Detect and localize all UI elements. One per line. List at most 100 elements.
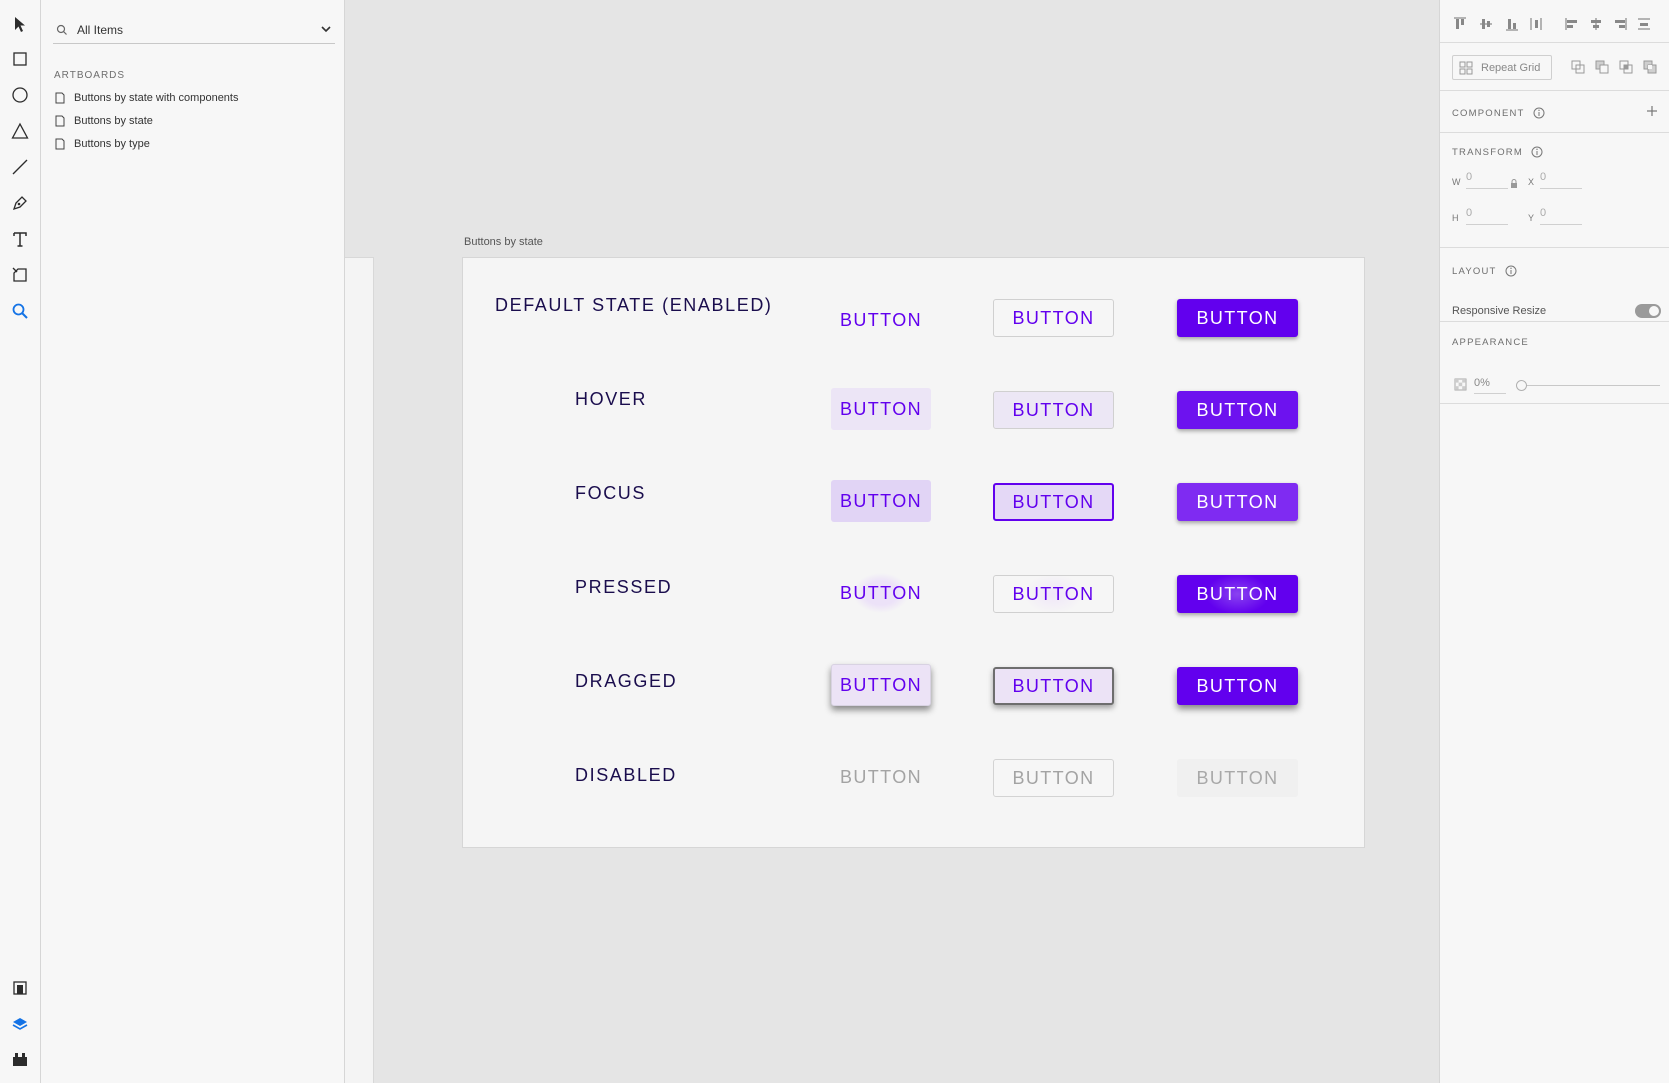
outlined-button-focus[interactable]: BUTTON (993, 483, 1114, 521)
artboard-page-icon (55, 115, 65, 127)
artboard-icon[interactable] (8, 263, 32, 287)
y-field[interactable]: 0 (1540, 207, 1582, 225)
align-center-icon[interactable] (1588, 16, 1604, 32)
repeat-grid-icon (1459, 61, 1473, 74)
align-left-icon[interactable] (1564, 16, 1580, 32)
opacity-field[interactable]: 0% (1474, 377, 1506, 394)
width-field[interactable]: 0 (1466, 171, 1508, 189)
align-top-icon[interactable] (1452, 16, 1468, 32)
info-icon[interactable] (1533, 107, 1545, 119)
tool-bar (0, 0, 41, 1083)
state-label-default: DEFAULT STATE (ENABLED) (495, 295, 773, 315)
state-label-hover: HOVER (575, 389, 648, 409)
chevron-down-icon[interactable] (319, 22, 333, 36)
zoom-icon[interactable] (8, 299, 32, 323)
layout-heading-text: LAYOUT (1452, 265, 1497, 277)
responsive-resize-label: Responsive Resize (1452, 305, 1547, 317)
align-right-icon[interactable] (1612, 16, 1628, 32)
text-button-hover[interactable]: BUTTON (831, 388, 931, 430)
align-middle-icon[interactable] (1478, 16, 1494, 32)
info-icon[interactable] (1505, 265, 1517, 277)
height-field[interactable]: 0 (1466, 207, 1508, 225)
line-icon[interactable] (8, 155, 32, 179)
artboard-item[interactable]: Buttons by type (54, 134, 150, 154)
search-icon (56, 24, 67, 35)
repeat-grid-label: Repeat Grid (1481, 61, 1541, 74)
distribute-vertical-icon[interactable] (1528, 16, 1544, 32)
state-label-focus: FOCUS (575, 483, 646, 503)
responsive-resize-toggle[interactable] (1635, 304, 1661, 318)
contained-button-default[interactable]: BUTTON (1177, 299, 1298, 337)
plugins-icon[interactable] (8, 1047, 32, 1071)
triangle-icon[interactable] (8, 119, 32, 143)
distribute-horizontal-icon[interactable] (1636, 16, 1652, 32)
intersect-boolean-icon[interactable] (1618, 59, 1634, 75)
contained-button-hover[interactable]: BUTTON (1177, 391, 1298, 429)
search-input[interactable]: All Items (53, 16, 335, 44)
component-heading-text: COMPONENT (1452, 107, 1525, 119)
contained-button-pressed[interactable]: BUTTON (1177, 575, 1298, 613)
artboard-item[interactable]: Buttons by state (54, 111, 153, 131)
select-icon[interactable] (8, 12, 32, 36)
appearance-heading: APPEARANCE (1452, 337, 1529, 348)
add-boolean-icon[interactable] (1570, 59, 1586, 75)
ellipse-icon[interactable] (8, 83, 32, 107)
text-icon[interactable] (8, 227, 32, 251)
transform-section: TRANSFORM W 0 X 0 H 0 Y 0 (1440, 133, 1669, 248)
text-button-dragged[interactable]: BUTTON (831, 664, 931, 706)
y-label: Y (1528, 213, 1535, 223)
outlined-button-default[interactable]: BUTTON (993, 299, 1114, 337)
property-inspector: Repeat Grid COMPONENT TRANSFORM W 0 X 0 … (1439, 0, 1669, 1083)
subtract-boolean-icon[interactable] (1594, 59, 1610, 75)
search-value: All Items (77, 22, 124, 37)
artboard-title[interactable]: Buttons by state (464, 236, 543, 248)
contained-button-disabled: BUTTON (1177, 759, 1298, 797)
text-button-default[interactable]: BUTTON (831, 299, 931, 341)
transform-heading: TRANSFORM (1452, 146, 1543, 158)
outlined-button-hover[interactable]: BUTTON (993, 391, 1114, 429)
opacity-slider-track[interactable] (1520, 385, 1660, 386)
x-label: X (1528, 177, 1535, 187)
state-label-dragged: DRAGGED (575, 671, 678, 691)
contained-button-focus[interactable]: BUTTON (1177, 483, 1298, 521)
text-button-focus[interactable]: BUTTON (831, 480, 931, 522)
design-canvas[interactable]: Buttons by state DEFAULT STATE (ENABLED)… (345, 0, 1439, 1083)
artboard-item[interactable]: Buttons by state with components (54, 88, 238, 108)
layout-heading: LAYOUT (1452, 265, 1517, 277)
height-label: H (1452, 213, 1459, 223)
outlined-button-dragged[interactable]: BUTTON (993, 667, 1114, 705)
width-label: W (1452, 177, 1461, 187)
opacity-icon (1454, 378, 1467, 391)
assets-icon[interactable] (8, 976, 32, 1000)
info-icon[interactable] (1531, 146, 1543, 158)
artboard-page-icon (55, 138, 65, 150)
text-button-pressed[interactable]: BUTTON (831, 572, 931, 614)
transform-heading-text: TRANSFORM (1452, 146, 1523, 158)
outlined-button-pressed[interactable]: BUTTON (993, 575, 1114, 613)
state-label-disabled: DISABLED (575, 765, 677, 785)
lock-aspect-icon[interactable] (1510, 179, 1518, 189)
grid-bool-section: Repeat Grid (1440, 43, 1669, 91)
artboard-page-icon (55, 92, 65, 104)
component-heading: COMPONENT (1452, 107, 1545, 119)
align-toolbar (1440, 0, 1669, 43)
contained-button-dragged[interactable]: BUTTON (1177, 667, 1298, 705)
component-section: COMPONENT (1440, 91, 1669, 133)
pen-icon[interactable] (8, 191, 32, 215)
opacity-slider-handle[interactable] (1516, 380, 1527, 391)
layers-icon[interactable] (8, 1012, 32, 1036)
artboard-item-label: Buttons by state (74, 115, 153, 127)
artboard-buttons-by-state[interactable]: DEFAULT STATE (ENABLED) HOVER FOCUS PRES… (462, 257, 1365, 848)
align-bottom-icon[interactable] (1504, 16, 1520, 32)
rectangle-icon[interactable] (8, 47, 32, 71)
x-field[interactable]: 0 (1540, 171, 1582, 189)
assets-panel: All Items ARTBOARDS Buttons by state wit… (41, 0, 345, 1083)
outlined-button-disabled: BUTTON (993, 759, 1114, 797)
exclude-boolean-icon[interactable] (1642, 59, 1658, 75)
offscreen-artboard[interactable] (345, 257, 374, 1083)
artboard-item-label: Buttons by type (74, 138, 150, 150)
repeat-grid-button[interactable]: Repeat Grid (1452, 55, 1552, 80)
add-component-icon[interactable] (1646, 105, 1658, 117)
artboards-heading: ARTBOARDS (54, 70, 126, 81)
artboard-item-label: Buttons by state with components (74, 92, 239, 104)
